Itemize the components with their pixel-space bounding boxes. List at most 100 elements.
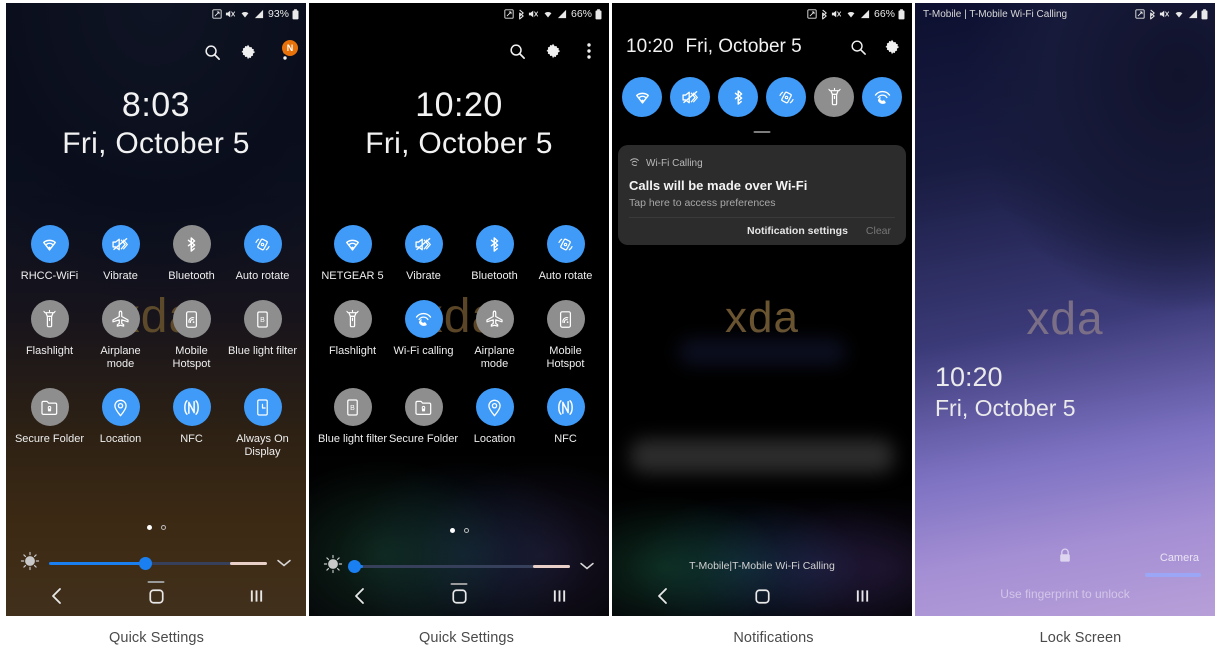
wifi-icon[interactable] xyxy=(30,225,69,263)
secure-folder-icon[interactable] xyxy=(404,388,443,426)
chevron-down-icon[interactable] xyxy=(579,558,595,576)
quick-setting-tile[interactable]: NFC xyxy=(156,388,227,459)
notification-card[interactable]: Wi-Fi Calling Calls will be made over Wi… xyxy=(618,145,906,245)
quick-setting-tile[interactable]: Wi-Fi calling xyxy=(388,300,459,371)
battery-icon xyxy=(595,8,602,20)
quick-setting-tile[interactable]: Vibrate xyxy=(85,225,156,283)
blue-light-icon[interactable]: B xyxy=(243,300,282,338)
quick-setting-tile[interactable]: B Blue light filter xyxy=(317,388,388,446)
quick-setting-tile[interactable]: Auto rotate xyxy=(227,225,298,283)
vibrate-icon[interactable] xyxy=(101,225,140,263)
pager-dot[interactable] xyxy=(463,528,469,533)
location-icon[interactable] xyxy=(101,388,140,426)
quick-setting-tile[interactable]: Vibrate xyxy=(388,225,459,283)
always-on-icon[interactable] xyxy=(243,388,282,426)
brightness-knob[interactable] xyxy=(348,560,361,573)
blue-light-icon[interactable]: B xyxy=(333,388,372,426)
quick-setting-tile[interactable]: Auto rotate xyxy=(530,225,601,283)
search-icon[interactable] xyxy=(507,41,527,61)
wifi-calling-icon[interactable] xyxy=(862,77,902,117)
gear-icon[interactable] xyxy=(543,41,563,61)
chevron-down-icon[interactable] xyxy=(276,555,292,573)
quick-setting-tile[interactable]: Location xyxy=(459,388,530,446)
brightness-track[interactable] xyxy=(348,560,570,573)
nfc-icon[interactable] xyxy=(546,388,585,426)
camera-shortcut-handle[interactable] xyxy=(1145,573,1201,577)
bluetooth-icon[interactable] xyxy=(172,225,211,263)
quick-setting-tile[interactable]: Flashlight xyxy=(14,300,85,371)
quick-toggle-row xyxy=(622,77,902,117)
quick-setting-tile-label: Blue light filter xyxy=(317,433,388,445)
quick-setting-tile-label: Mobile Hotspot xyxy=(546,345,585,370)
pager-dot-active[interactable] xyxy=(146,525,152,530)
back-icon[interactable] xyxy=(36,581,76,611)
quick-setting-tile-label: Auto rotate xyxy=(538,270,593,282)
auto-rotate-icon[interactable] xyxy=(546,225,585,263)
navigation-bar xyxy=(309,576,609,616)
bluetooth-icon[interactable] xyxy=(718,77,758,117)
search-icon[interactable] xyxy=(202,42,222,62)
status-bar: 66% xyxy=(612,3,912,25)
quick-setting-tile[interactable]: Mobile Hotspot xyxy=(530,300,601,371)
location-icon[interactable] xyxy=(475,388,514,426)
wifi-icon[interactable] xyxy=(622,77,662,117)
drag-handle[interactable] xyxy=(753,131,771,133)
quick-setting-tile[interactable]: Mobile Hotspot xyxy=(156,300,227,371)
quick-setting-tile[interactable]: Secure Folder xyxy=(388,388,459,446)
clear-button[interactable]: Clear xyxy=(866,225,891,237)
auto-rotate-icon[interactable] xyxy=(766,77,806,117)
brightness-knob[interactable] xyxy=(138,557,152,570)
bluetooth-icon xyxy=(517,9,525,20)
brightness-track[interactable] xyxy=(49,557,267,570)
quick-setting-tile[interactable]: NETGEAR 5 xyxy=(317,225,388,283)
quick-setting-tile[interactable]: Flashlight xyxy=(317,300,388,371)
auto-rotate-icon[interactable] xyxy=(243,225,282,263)
overflow-menu-icon[interactable]: N xyxy=(274,40,298,63)
quick-setting-tile[interactable]: Always On Display xyxy=(227,388,298,459)
flashlight-icon[interactable] xyxy=(333,300,372,338)
pager-dot-active[interactable] xyxy=(449,528,455,533)
notification-settings-button[interactable]: Notification settings xyxy=(747,225,848,237)
airplane-icon[interactable] xyxy=(101,300,140,338)
overflow-menu-icon[interactable] xyxy=(579,41,599,61)
gear-icon[interactable] xyxy=(882,37,902,57)
bluetooth-icon[interactable] xyxy=(475,225,514,263)
quick-setting-tile[interactable]: Bluetooth xyxy=(459,225,530,283)
mute-icon xyxy=(528,9,539,19)
home-icon[interactable] xyxy=(439,581,479,611)
flashlight-icon[interactable] xyxy=(30,300,69,338)
wifi-icon[interactable] xyxy=(333,225,372,263)
home-icon[interactable] xyxy=(742,581,782,611)
quick-setting-tile[interactable]: Location xyxy=(85,388,156,459)
home-icon[interactable] xyxy=(136,581,176,611)
quick-setting-tile[interactable]: RHCC-WiFi xyxy=(14,225,85,283)
back-icon[interactable] xyxy=(642,581,682,611)
hotspot-icon[interactable] xyxy=(172,300,211,338)
recents-icon[interactable] xyxy=(842,581,882,611)
quick-setting-tile[interactable]: Airplane mode xyxy=(85,300,156,371)
hotspot-icon[interactable] xyxy=(546,300,585,338)
flashlight-icon[interactable] xyxy=(814,77,854,117)
camera-shortcut-label[interactable]: Camera xyxy=(1160,552,1199,564)
recents-icon[interactable] xyxy=(236,581,276,611)
search-icon[interactable] xyxy=(848,37,868,57)
airplane-icon[interactable] xyxy=(475,300,514,338)
quick-setting-tile[interactable]: Airplane mode xyxy=(459,300,530,371)
quick-setting-tile[interactable]: NFC xyxy=(530,388,601,446)
pager-dots xyxy=(6,525,306,530)
panel-time: 10:20 xyxy=(626,36,674,57)
svg-text:B: B xyxy=(260,316,265,323)
secure-folder-icon[interactable] xyxy=(30,388,69,426)
gear-icon[interactable] xyxy=(238,42,258,62)
nfc-icon[interactable] xyxy=(172,388,211,426)
recents-icon[interactable] xyxy=(539,581,579,611)
quick-setting-tile[interactable]: Bluetooth xyxy=(156,225,227,283)
wifi-calling-icon[interactable] xyxy=(404,300,443,338)
pager-dot[interactable] xyxy=(160,525,166,530)
quick-setting-tile[interactable]: Secure Folder xyxy=(14,388,85,459)
vibrate-icon[interactable] xyxy=(404,225,443,263)
quick-setting-tile[interactable]: B Blue light filter xyxy=(227,300,298,371)
vibrate-icon[interactable] xyxy=(670,77,710,117)
nfc-icon xyxy=(504,9,514,19)
back-icon[interactable] xyxy=(339,581,379,611)
